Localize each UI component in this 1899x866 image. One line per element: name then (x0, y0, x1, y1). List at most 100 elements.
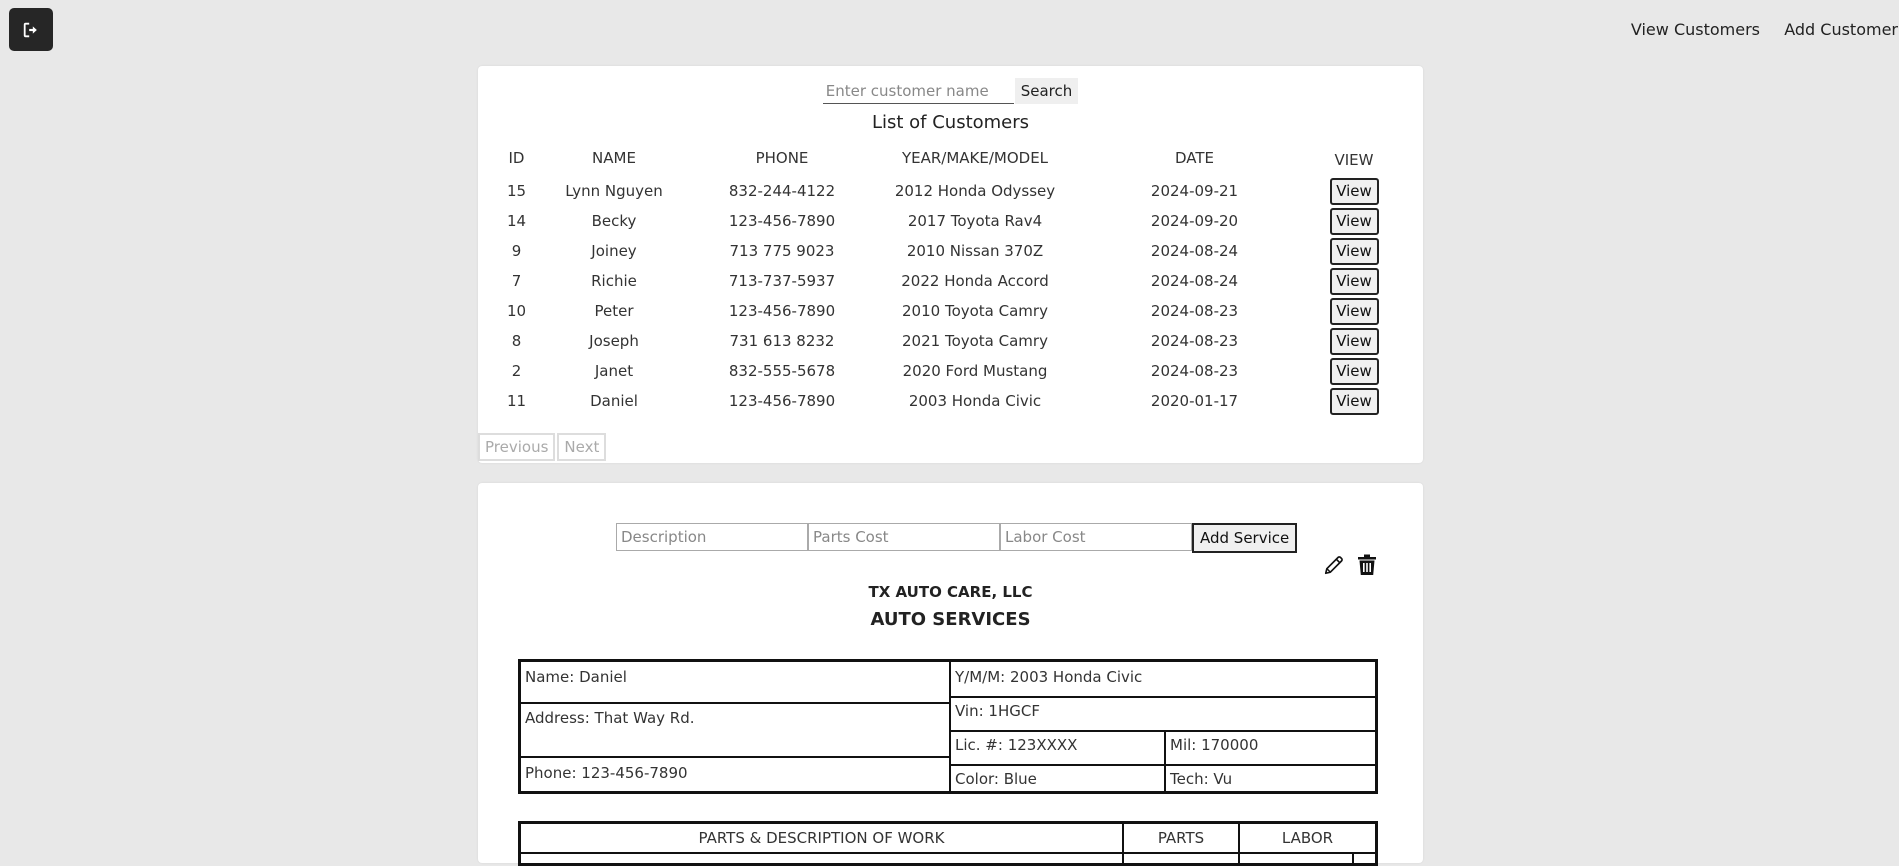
vehicle-color: Color: Blue (955, 770, 1037, 788)
view-button[interactable]: View (1329, 297, 1379, 325)
customer-address: Address: That Way Rd. (525, 709, 695, 727)
divider (951, 764, 1375, 766)
cell-phone: 713 775 9023 (729, 242, 835, 260)
customer-list-panel: Search List of Customers ID NAME PHONE Y… (478, 66, 1423, 463)
cell-date: 2024-09-20 (1150, 212, 1239, 230)
view-button[interactable]: View (1329, 327, 1379, 355)
vehicle-mileage: Mil: 170000 (1170, 736, 1259, 754)
cell-date: 2024-08-24 (1150, 242, 1239, 260)
cell-view: View (1310, 326, 1398, 356)
table-row: 7 Richie 713-737-5937 2022 Honda Accord … (498, 266, 1398, 296)
view-button[interactable]: View (1329, 387, 1379, 415)
work-header-parts: PARTS (1157, 829, 1205, 847)
cell-view: View (1310, 206, 1398, 236)
cell-id: 14 (506, 212, 527, 230)
customer-info-box: Name: Daniel Address: That Way Rd. Phone… (518, 659, 1378, 794)
customer-table: ID NAME PHONE YEAR/MAKE/MODEL DATE VIEW … (498, 140, 1398, 416)
nav-add-customer[interactable]: Add Customer (1784, 20, 1898, 39)
col-header-ymm: YEAR/MAKE/MODEL (901, 149, 1049, 167)
customer-name: Name: Daniel (525, 668, 627, 686)
col-header-phone: PHONE (755, 149, 809, 167)
view-button[interactable]: View (1329, 207, 1379, 235)
cell-phone: 123-456-7890 (728, 302, 836, 320)
nav-view-customers[interactable]: View Customers (1631, 20, 1760, 39)
divider (951, 730, 1375, 732)
cell-view: View (1310, 296, 1398, 326)
cell-name: Joiney (591, 242, 637, 260)
work-table: PARTS & DESCRIPTION OF WORK PARTS LABOR (518, 821, 1378, 866)
cell-name: Lynn Nguyen (565, 182, 663, 200)
labor-cost-input[interactable] (1000, 523, 1192, 551)
col-header-id: ID (508, 149, 525, 167)
description-input[interactable] (616, 523, 808, 551)
cell-id: 10 (506, 302, 527, 320)
view-button[interactable]: View (1329, 177, 1379, 205)
cell-ymm: 2010 Nissan 370Z (906, 242, 1044, 260)
vehicle-license: Lic. #: 123XXXX (955, 736, 1078, 754)
customer-phone: Phone: 123-456-7890 (525, 764, 688, 782)
services-title: AUTO SERVICES (870, 609, 1031, 630)
divider (951, 696, 1375, 698)
parts-cost-input[interactable] (808, 523, 1000, 551)
table-row: 9 Joiney 713 775 9023 2010 Nissan 370Z 2… (498, 236, 1398, 266)
cell-phone: 731 613 8232 (729, 332, 835, 350)
search-input[interactable] (822, 78, 1014, 104)
cell-date: 2020-01-17 (1150, 392, 1239, 410)
cell-view: View (1310, 386, 1398, 416)
add-service-button[interactable]: Add Service (1192, 523, 1298, 553)
cell-name: Joseph (589, 332, 639, 350)
cell-date: 2024-08-24 (1150, 272, 1239, 290)
search-bar: Search (478, 78, 1423, 104)
col-header-view: VIEW (1334, 151, 1374, 169)
cell-id: 2 (511, 362, 522, 380)
table-row: 2 Janet 832-555-5678 2020 Ford Mustang 2… (498, 356, 1398, 386)
search-button[interactable]: Search (1014, 78, 1079, 104)
cell-ymm: 2022 Honda Accord (901, 272, 1049, 290)
cell-name: Janet (594, 362, 634, 380)
cell-name: Daniel (590, 392, 638, 410)
service-form: Add Service (616, 523, 1298, 553)
cell-phone: 832-244-4122 (728, 182, 836, 200)
view-button[interactable]: View (1329, 237, 1379, 265)
cell-ymm: 2003 Honda Civic (908, 392, 1042, 410)
table-row: 11 Daniel 123-456-7890 2003 Honda Civic … (498, 386, 1398, 416)
table-row: 10 Peter 123-456-7890 2010 Toyota Camry … (498, 296, 1398, 326)
table-row: 8 Joseph 731 613 8232 2021 Toyota Camry … (498, 326, 1398, 356)
cell-phone: 123-456-7890 (728, 212, 836, 230)
next-button[interactable]: Next (557, 433, 607, 461)
cell-date: 2024-09-21 (1150, 182, 1239, 200)
table-row: 15 Lynn Nguyen 832-244-4122 2012 Honda O… (498, 176, 1398, 206)
cell-ymm: 2017 Toyota Rav4 (907, 212, 1043, 230)
list-title: List of Customers (871, 112, 1030, 133)
cell-view: View (1310, 176, 1398, 206)
divider (521, 756, 949, 758)
work-header-labor: LABOR (1281, 829, 1334, 847)
divider (521, 852, 1375, 854)
cell-view: View (1310, 266, 1398, 296)
vehicle-ymm: Y/M/M: 2003 Honda Civic (955, 668, 1143, 686)
cell-name: Peter (594, 302, 634, 320)
vehicle-vin: Vin: 1HGCF (955, 702, 1040, 720)
previous-button[interactable]: Previous (478, 433, 556, 461)
cell-name: Richie (591, 272, 637, 290)
cell-date: 2024-08-23 (1150, 332, 1239, 350)
trash-icon[interactable] (1357, 554, 1377, 576)
technician: Tech: Vu (1170, 770, 1233, 788)
logout-button[interactable] (9, 8, 53, 51)
cell-phone: 832-555-5678 (728, 362, 836, 380)
cell-ymm: 2020 Ford Mustang (902, 362, 1048, 380)
cell-date: 2024-08-23 (1150, 362, 1239, 380)
cell-name: Becky (591, 212, 637, 230)
cell-id: 9 (511, 242, 522, 260)
cell-view: View (1310, 356, 1398, 386)
view-button[interactable]: View (1329, 357, 1379, 385)
work-header-description: PARTS & DESCRIPTION OF WORK (698, 829, 945, 847)
col-header-name: NAME (592, 149, 636, 167)
view-button[interactable]: View (1329, 267, 1379, 295)
cell-phone: 123-456-7890 (728, 392, 836, 410)
cell-id: 15 (506, 182, 527, 200)
cell-ymm: 2012 Honda Odyssey (894, 182, 1056, 200)
cell-ymm: 2021 Toyota Camry (902, 332, 1048, 350)
pencil-icon[interactable] (1323, 554, 1345, 576)
cell-id: 7 (511, 272, 522, 290)
